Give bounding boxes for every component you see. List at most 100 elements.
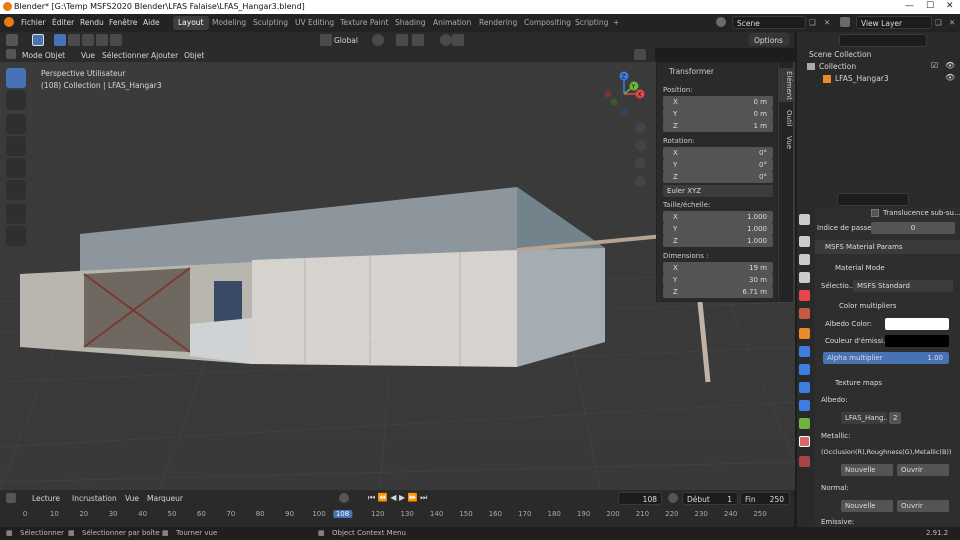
scene-collection-row[interactable]: Scene Collection <box>809 50 871 59</box>
object-visibility-icon[interactable]: 👁 <box>945 73 955 82</box>
tab-shading[interactable]: Shading <box>390 16 430 30</box>
output-props-icon[interactable] <box>799 254 810 265</box>
menu-file[interactable]: Fichier <box>21 18 46 27</box>
tab-element[interactable]: Élément <box>779 68 793 102</box>
albedo-texture-field[interactable]: LFAS_Hang... <box>841 412 887 424</box>
emissive-color-swatch[interactable] <box>885 335 949 347</box>
zoom-icon[interactable] <box>635 122 646 133</box>
tab-animation[interactable]: Animation <box>428 16 476 30</box>
rotation-y-field[interactable]: Y 0° <box>663 159 773 171</box>
view-layer-field[interactable]: View Layer <box>856 16 932 29</box>
rotation-mode-dropdown[interactable]: Euler XYZ <box>663 185 773 197</box>
blender-menu-icon[interactable] <box>4 17 14 27</box>
editor-type-icon[interactable] <box>6 34 18 46</box>
annotate-tool-icon[interactable] <box>6 204 26 224</box>
falloff-icon[interactable] <box>452 34 464 46</box>
menu-object[interactable]: Objet <box>184 51 204 60</box>
rotation-x-field[interactable]: X 0° <box>663 147 773 159</box>
frame-ruler[interactable]: 0 10 20 30 40 50 60 70 80 90 100 108 120 130 140 150 160… <box>0 490 794 527</box>
dimensions-z-field[interactable]: Z 6.71 m <box>663 286 773 298</box>
scale-tool-icon[interactable] <box>6 158 26 178</box>
select-invert-icon[interactable] <box>96 34 108 46</box>
menu-edit[interactable]: Éditer <box>52 18 74 27</box>
menu-help[interactable]: Aide <box>143 18 160 27</box>
proportional-edit-icon[interactable] <box>440 34 452 46</box>
metallic-open-button[interactable]: Ouvrir <box>897 464 949 476</box>
camera-icon[interactable] <box>635 158 646 169</box>
texture-props-icon[interactable] <box>799 456 810 467</box>
tab-compositing[interactable]: Compositing <box>519 16 576 30</box>
material-props-icon[interactable] <box>799 436 810 447</box>
alpha-multiplier-slider[interactable]: Alpha multiplier 1.00 <box>823 352 949 364</box>
menu-select[interactable]: Sélectionner <box>102 51 149 60</box>
navigation-gizmo[interactable]: X Z Y <box>600 70 650 120</box>
snap-icon[interactable] <box>396 34 408 46</box>
select-new-icon[interactable] <box>54 34 66 46</box>
msfs-params-header[interactable]: MSFS Material Params <box>815 240 960 254</box>
physics-props-icon[interactable] <box>799 382 810 393</box>
options-dropdown[interactable]: Options <box>749 33 789 46</box>
scene-field[interactable]: Scene <box>732 16 806 29</box>
pass-index-field[interactable]: 0 <box>871 222 955 234</box>
minimize-icon[interactable]: — <box>905 1 914 11</box>
tab-layout[interactable]: Layout <box>173 16 209 30</box>
pan-hand-icon[interactable] <box>635 140 646 151</box>
measure-tool-icon[interactable] <box>6 226 26 246</box>
world-props-icon[interactable] <box>799 308 810 319</box>
translucence-checkbox[interactable] <box>871 209 879 217</box>
tab-scripting[interactable]: Scripting <box>570 16 613 30</box>
normal-new-button[interactable]: Nouvelle <box>841 500 893 512</box>
pivot-icon[interactable] <box>372 34 384 46</box>
view-layer-props-icon[interactable] <box>799 272 810 283</box>
dimensions-x-field[interactable]: X 19 m <box>663 262 773 274</box>
particles-props-icon[interactable] <box>799 364 810 375</box>
select-subtract-icon[interactable] <box>82 34 94 46</box>
remove-scene-icon[interactable]: ✕ <box>824 18 830 27</box>
scale-y-field[interactable]: Y 1.000 <box>663 223 773 235</box>
rotate-tool-icon[interactable] <box>6 136 26 156</box>
add-workspace-button[interactable]: + <box>608 16 624 30</box>
tab-uv-editing[interactable]: UV Editing <box>290 16 339 30</box>
menu-view[interactable]: Vue <box>81 51 95 60</box>
snap-target-icon[interactable] <box>412 34 424 46</box>
outliner-search-input[interactable] <box>839 34 927 47</box>
rotation-z-field[interactable]: Z 0° <box>663 171 773 183</box>
mode-dropdown[interactable]: Mode Objet <box>22 51 65 60</box>
albedo-color-swatch[interactable] <box>885 318 949 330</box>
constraints-props-icon[interactable] <box>799 400 810 411</box>
material-type-dropdown[interactable]: MSFS Standard <box>853 280 953 292</box>
grid-perspective-icon[interactable] <box>635 176 646 187</box>
collection-checkbox[interactable]: ☑ <box>931 61 938 70</box>
select-tool-icon[interactable] <box>32 34 44 46</box>
data-props-icon[interactable] <box>799 418 810 429</box>
position-y-field[interactable]: Y0 m <box>663 108 773 120</box>
object-row[interactable]: LFAS_Hangar3 <box>823 74 889 83</box>
render-props-icon[interactable] <box>799 236 810 247</box>
menu-add[interactable]: Ajouter <box>151 51 178 60</box>
properties-search-input[interactable] <box>837 193 909 206</box>
menu-window[interactable]: Fenêtre <box>109 18 137 27</box>
scale-z-field[interactable]: Z 1.000 <box>663 235 773 247</box>
normal-open-button[interactable]: Ouvrir <box>897 500 949 512</box>
remove-view-layer-icon[interactable]: ✕ <box>949 18 955 27</box>
tab-sculpting[interactable]: Sculpting <box>248 16 293 30</box>
select-intersect-icon[interactable] <box>110 34 122 46</box>
position-x-field[interactable]: X0 m <box>663 96 773 108</box>
copy-scene-icon[interactable]: ❏ <box>809 18 816 27</box>
copy-view-layer-icon[interactable]: ❏ <box>935 18 942 27</box>
close-icon[interactable]: ✕ <box>946 1 954 11</box>
select-extend-icon[interactable] <box>68 34 80 46</box>
scene-props-icon[interactable] <box>799 290 810 301</box>
tool-props-icon[interactable] <box>799 214 810 225</box>
tab-modeling[interactable]: Modeling <box>207 16 251 30</box>
move-tool-icon[interactable] <box>6 114 26 134</box>
collection-row[interactable]: Collection <box>807 62 856 71</box>
transform-tool-icon[interactable] <box>6 180 26 200</box>
transform-header[interactable]: Transformer <box>669 67 714 76</box>
dimensions-y-field[interactable]: Y 30 m <box>663 274 773 286</box>
orientation-icon[interactable] <box>320 34 332 46</box>
albedo-users-count[interactable]: 2 <box>889 412 901 424</box>
orientation-dropdown[interactable]: Global <box>334 36 358 45</box>
modifier-props-icon[interactable] <box>799 346 810 357</box>
tab-view[interactable]: Vue <box>779 134 793 152</box>
